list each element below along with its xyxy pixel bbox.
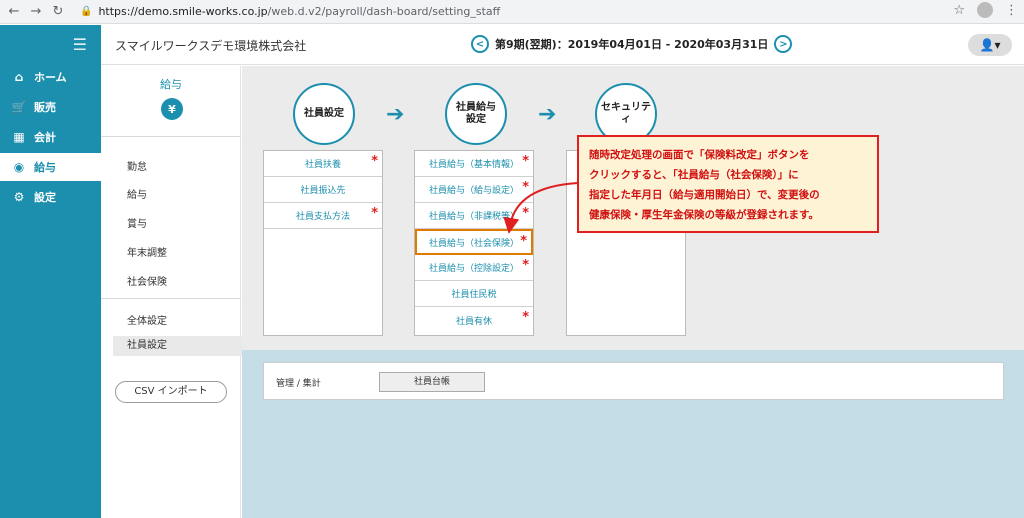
required-mark: * <box>522 154 529 169</box>
required-mark: * <box>520 234 527 249</box>
list-item[interactable]: 社員住民税 <box>415 281 533 307</box>
list-item[interactable]: 社員給与（控除設定） * <box>415 255 533 281</box>
required-mark: * <box>522 180 529 195</box>
staff-salary-list: 社員給与（基本情報） * 社員給与（給与設定） * 社員給与（非課税等） * 社員給与… <box>414 150 534 336</box>
profile-icon[interactable] <box>977 2 993 18</box>
url-host: https://demo.smile-works.co.jp <box>98 5 268 18</box>
management-label: 管理 / 集計 <box>276 379 321 389</box>
payroll-submenu: 給与 ¥ 勤怠 給与 賞与 年末調整 社会保険 全体設定 社員設定 CSV イン… <box>101 66 243 518</box>
main-content: 社員設定 ➔ 社員給与 設定 ➔ セキュリティ 社員扶養 * 社員振込先 社員支払方… <box>242 66 1024 518</box>
required-mark: * <box>371 206 378 221</box>
step-staff-salary-settings[interactable]: 社員給与 設定 <box>445 83 507 145</box>
submenu-item-general-settings[interactable]: 全体設定 <box>127 312 167 327</box>
sidebar-item-label: 設定 <box>34 191 56 204</box>
fiscal-period: < 第9期(翌期)：2019年04月01日 - 2020年03月31日 > <box>471 35 793 53</box>
reload-icon[interactable]: ↻ <box>50 4 66 19</box>
back-icon[interactable]: ← <box>6 4 22 19</box>
sidebar-item-payroll[interactable]: ◉ 給与 <box>0 153 101 181</box>
list-item[interactable]: 社員給与（給与設定） * <box>415 177 533 203</box>
address-bar[interactable]: https://demo.smile-works.co.jp/web.d.v2/… <box>98 5 500 18</box>
list-item[interactable]: 社員振込先 <box>264 177 382 203</box>
staff-settings-list: 社員扶養 * 社員振込先 社員支払方法 * <box>263 150 383 336</box>
money-bag-icon: ◉ <box>13 160 25 174</box>
cart-icon: 🛒 <box>11 100 27 114</box>
prev-period-button[interactable]: < <box>471 35 489 53</box>
callout-line: 随時改定処理の画面で「保険料改定」ボタンを <box>589 149 810 161</box>
csv-import-button[interactable]: CSV インポート <box>115 381 227 403</box>
callout-line: クリックすると、「社員給与（社会保険）」に <box>589 169 799 181</box>
submenu-item-bonus[interactable]: 賞与 <box>127 215 147 230</box>
list-item[interactable]: 社員有休 * <box>415 307 533 333</box>
main-sidebar: ☰ ⌂ ホーム 🛒 販売 ▦ 会計 ◉ 給与 ⚙ 設定 <box>0 25 101 518</box>
star-icon[interactable]: ☆ <box>953 3 965 18</box>
step-staff-settings[interactable]: 社員設定 <box>293 83 355 145</box>
submenu-item-year-end[interactable]: 年末調整 <box>127 244 167 259</box>
step-label: セキュリティ <box>601 102 651 125</box>
callout-line: 健康保険・厚生年金保険の等級が登録されます。 <box>589 209 819 221</box>
step-label: 社員設定 <box>304 108 344 119</box>
list-item[interactable]: 社員扶養 * <box>264 151 382 177</box>
browser-toolbar: ← → ↻ 🔒 https://demo.smile-works.co.jp/w… <box>0 0 1024 24</box>
sidebar-item-label: 販売 <box>34 101 56 114</box>
list-item[interactable]: 社員支払方法 * <box>264 203 382 229</box>
browser-actions: ☆ ⋮ <box>953 2 1018 18</box>
list-item-social-insurance[interactable]: 社員給与（社会保険） * <box>415 229 533 255</box>
hamburger-icon[interactable]: ☰ <box>73 35 87 54</box>
lock-icon: 🔒 <box>80 6 93 17</box>
calculator-icon: ▦ <box>13 130 25 144</box>
sidebar-item-home[interactable]: ⌂ ホーム <box>0 63 101 91</box>
forward-icon[interactable]: → <box>28 4 44 19</box>
company-name: スマイルワークスデモ環境株式会社 <box>115 39 307 53</box>
list-item[interactable]: 社員給与（非課税等） * <box>415 203 533 229</box>
app-header: スマイルワークスデモ環境株式会社 < 第9期(翌期)：2019年04月01日 -… <box>101 25 1024 65</box>
step-label: 社員給与 設定 <box>456 102 496 125</box>
submenu-item-salary[interactable]: 給与 <box>127 186 147 201</box>
management-panel: 管理 / 集計 社員台帳 <box>263 362 1004 400</box>
required-mark: * <box>522 206 529 221</box>
divider <box>101 298 241 299</box>
staff-ledger-button[interactable]: 社員台帳 <box>379 372 485 392</box>
gear-icon: ⚙ <box>13 190 25 204</box>
sidebar-item-label: ホーム <box>34 71 67 84</box>
required-mark: * <box>371 154 378 169</box>
home-icon: ⌂ <box>14 70 24 84</box>
sidebar-item-sales[interactable]: 🛒 販売 <box>0 93 101 121</box>
kebab-menu-icon[interactable]: ⋮ <box>1005 3 1018 18</box>
submenu-title: 給与 <box>160 78 182 91</box>
required-mark: * <box>522 258 529 273</box>
submenu-item-social-insurance[interactable]: 社会保険 <box>127 273 167 288</box>
period-text: 第9期(翌期)：2019年04月01日 - 2020年03月31日 <box>495 38 769 51</box>
user-menu-button[interactable]: 👤▾ <box>968 34 1012 56</box>
sidebar-item-label: 会計 <box>34 131 56 144</box>
sidebar-item-label: 給与 <box>34 161 56 174</box>
annotation-callout: 随時改定処理の画面で「保険料改定」ボタンを クリックすると、「社員給与（社会保険… <box>577 135 879 233</box>
next-period-button[interactable]: > <box>774 35 793 53</box>
list-item[interactable]: 社員給与（基本情報） * <box>415 151 533 177</box>
required-mark: * <box>522 310 529 325</box>
yen-icon: ¥ <box>161 98 183 120</box>
submenu-item-staff-settings[interactable]: 社員設定 <box>113 336 243 356</box>
arrow-right-icon: ➔ <box>538 102 557 127</box>
arrow-right-icon: ➔ <box>386 102 405 127</box>
callout-line: 指定した年月日（給与適用開始日）で、変更後の <box>589 189 820 201</box>
sidebar-item-accounting[interactable]: ▦ 会計 <box>0 123 101 151</box>
submenu-item-attendance[interactable]: 勤怠 <box>127 158 147 173</box>
divider <box>101 136 241 137</box>
url-path: /web.d.v2/payroll/dash-board/setting_sta… <box>267 5 501 18</box>
sidebar-item-settings[interactable]: ⚙ 設定 <box>0 183 101 211</box>
